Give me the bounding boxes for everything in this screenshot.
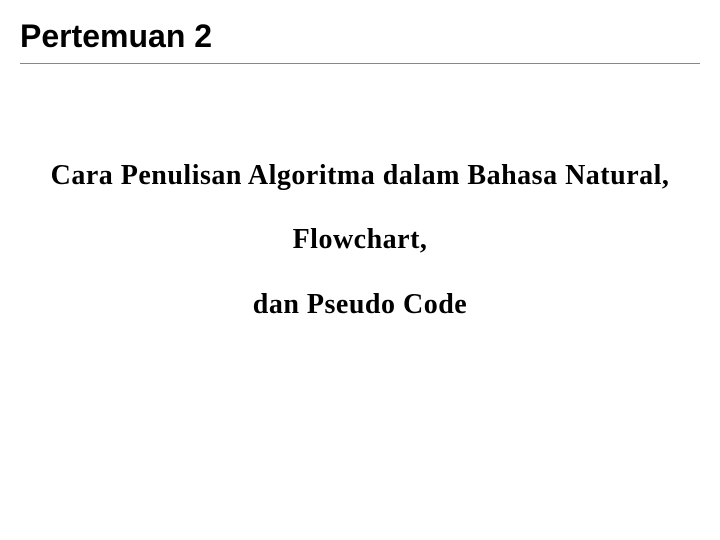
slide-heading: Pertemuan 2 [20, 18, 700, 64]
subtitle-line-2: Flowchart, [50, 208, 670, 272]
slide-content: Cara Penulisan Algoritma dalam Bahasa Na… [20, 144, 700, 337]
slide-container: Pertemuan 2 Cara Penulisan Algoritma dal… [0, 0, 720, 540]
subtitle-line-1: Cara Penulisan Algoritma dalam Bahasa Na… [50, 144, 670, 208]
subtitle-line-3: dan Pseudo Code [50, 273, 670, 337]
